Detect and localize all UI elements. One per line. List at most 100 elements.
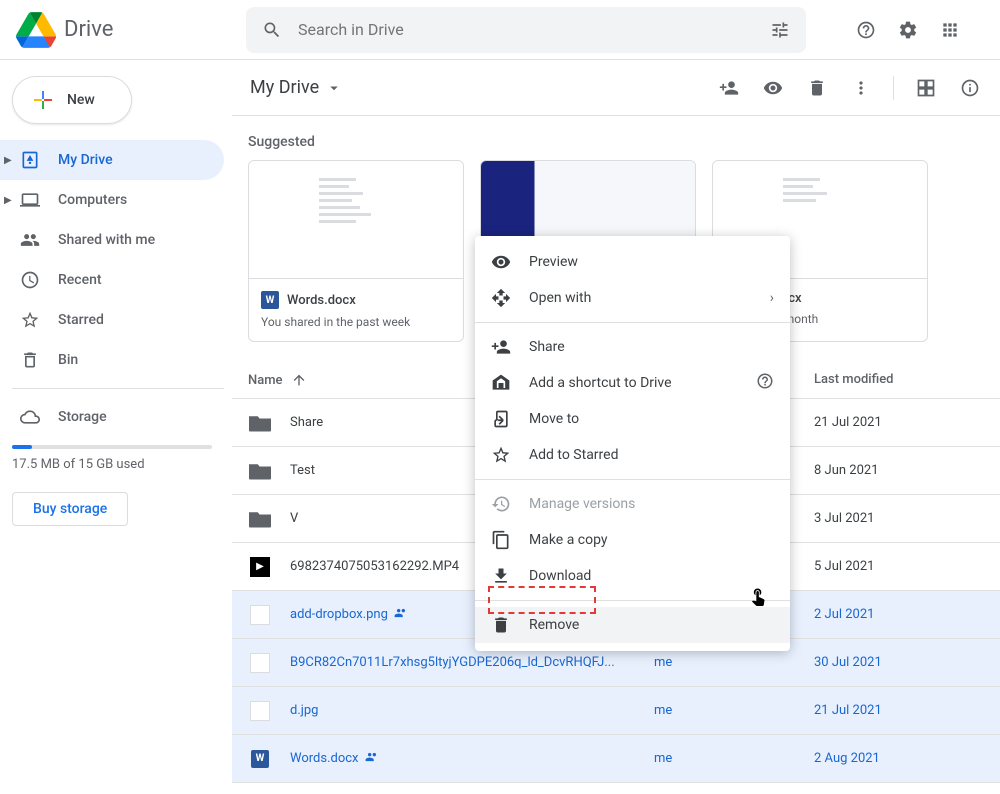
context-menu: Preview Open with› Share Add a shortcut … (475, 236, 790, 651)
menu-remove[interactable]: Remove (475, 607, 790, 643)
menu-copy[interactable]: Make a copy (475, 522, 790, 558)
app-name: Drive (64, 17, 113, 42)
sidebar-item-my-drive[interactable]: ▶ My Drive (0, 140, 224, 180)
file-owner: me (654, 655, 814, 670)
trash-icon[interactable] (805, 76, 829, 100)
folder-shared-icon (248, 507, 272, 531)
plus-icon (31, 88, 55, 112)
chevron-down-icon (325, 79, 343, 97)
sidebar-item-starred[interactable]: Starred (0, 300, 224, 340)
table-row[interactable]: WWords.docxme2 Aug 2021 (232, 735, 1000, 783)
file-owner: me (654, 703, 814, 718)
menu-share[interactable]: Share (475, 329, 790, 365)
sidebar-item-recent[interactable]: Recent (0, 260, 224, 300)
shared-icon (20, 230, 40, 250)
menu-shortcut[interactable]: Add a shortcut to Drive (475, 365, 790, 401)
header-actions (854, 18, 962, 42)
sidebar-item-shared[interactable]: Shared with me (0, 220, 224, 260)
open-with-icon (491, 288, 511, 308)
share-person-icon[interactable] (717, 76, 741, 100)
col-date-header[interactable]: Last modified (814, 372, 984, 388)
file-date: 30 Jul 2021 (814, 655, 984, 670)
file-name: B9CR82Cn7011Lr7xhsg5ltyjYGDPE206q_ld_Dcv… (290, 655, 654, 670)
menu-preview[interactable]: Preview (475, 244, 790, 280)
sidebar-item-label: Computers (58, 192, 127, 208)
settings-icon[interactable] (896, 18, 920, 42)
file-date: 21 Jul 2021 (814, 703, 984, 718)
divider (12, 388, 224, 389)
sidebar-item-label: Starred (58, 312, 104, 328)
menu-versions: Manage versions (475, 486, 790, 522)
file-owner: me (654, 751, 814, 766)
cloud-icon (20, 407, 40, 427)
info-icon[interactable] (958, 76, 982, 100)
eye-icon (491, 252, 511, 272)
docx-icon: W (261, 291, 279, 309)
person-add-icon (491, 337, 511, 357)
more-icon[interactable] (849, 76, 873, 100)
path-label: My Drive (250, 77, 319, 98)
star-outline-icon (491, 445, 511, 465)
sidebar-item-label: Recent (58, 272, 102, 288)
buy-storage-button[interactable]: Buy storage (12, 492, 128, 526)
file-date: 8 Jun 2021 (814, 463, 984, 478)
my-drive-icon (20, 150, 40, 170)
image-icon (248, 651, 272, 675)
grid-view-icon[interactable] (914, 76, 938, 100)
sidebar-item-storage[interactable]: Storage (0, 397, 224, 437)
suggested-title: Suggested (232, 116, 1000, 160)
menu-open-with[interactable]: Open with› (475, 280, 790, 316)
image-icon (248, 603, 272, 627)
help-icon[interactable] (854, 18, 878, 42)
search-bar[interactable] (246, 7, 806, 53)
history-icon (491, 494, 511, 514)
expand-arrow-icon[interactable]: ▶ (4, 195, 12, 206)
header: Drive (0, 0, 1000, 60)
folder-icon (248, 411, 272, 435)
image-icon (248, 699, 272, 723)
recent-icon (20, 270, 40, 290)
apps-icon[interactable] (938, 18, 962, 42)
docx-icon: W (248, 747, 272, 771)
menu-move[interactable]: Move to (475, 401, 790, 437)
video-icon: ▶ (248, 555, 272, 579)
file-date: 2 Aug 2021 (814, 751, 984, 766)
table-row[interactable]: d.jpgme21 Jul 2021 (232, 687, 1000, 735)
storage-bar (12, 445, 212, 449)
file-name: d.jpg (290, 703, 654, 718)
move-icon (491, 409, 511, 429)
sidebar-item-label: Shared with me (58, 232, 155, 248)
file-date: 2 Jul 2021 (814, 607, 984, 622)
toolbar: My Drive (232, 60, 1000, 116)
sidebar-item-computers[interactable]: ▶ Computers (0, 180, 224, 220)
download-icon (491, 566, 511, 586)
expand-arrow-icon[interactable]: ▶ (4, 155, 12, 166)
help-icon[interactable] (756, 372, 774, 394)
search-options-icon[interactable] (768, 18, 792, 42)
file-date: 21 Jul 2021 (814, 415, 984, 430)
logo-area[interactable]: Drive (16, 10, 226, 50)
search-input[interactable] (298, 20, 754, 39)
menu-star[interactable]: Add to Starred (475, 437, 790, 473)
folder-icon (248, 459, 272, 483)
trash-icon (491, 615, 511, 635)
storage-used-text: 17.5 MB of 15 GB used (12, 457, 212, 472)
sidebar-item-label: My Drive (58, 152, 113, 168)
file-date: 3 Jul 2021 (814, 511, 984, 526)
new-button[interactable]: New (12, 76, 132, 124)
computers-icon (20, 190, 40, 210)
breadcrumb[interactable]: My Drive (250, 77, 343, 98)
new-button-label: New (67, 92, 95, 108)
preview-eye-icon[interactable] (761, 76, 785, 100)
shortcut-icon (491, 373, 511, 393)
sort-arrow-icon (291, 372, 307, 388)
chevron-right-icon: › (770, 290, 774, 306)
bin-icon (20, 350, 40, 370)
suggested-card[interactable]: WWords.docx You shared in the past week (248, 160, 464, 342)
file-date: 5 Jul 2021 (814, 559, 984, 574)
menu-download[interactable]: Download (475, 558, 790, 594)
shared-badge-icon (365, 750, 379, 767)
drive-logo-icon (16, 10, 56, 50)
sidebar-item-bin[interactable]: Bin (0, 340, 224, 380)
search-icon[interactable] (260, 18, 284, 42)
